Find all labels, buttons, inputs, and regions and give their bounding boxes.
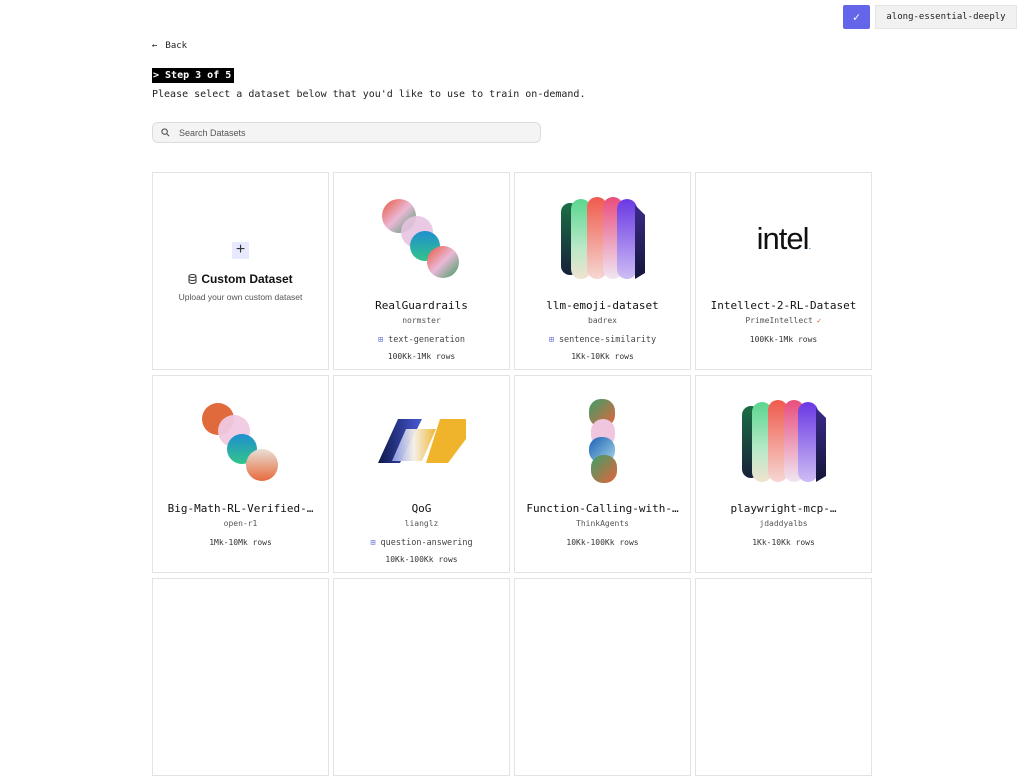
parallelogram-logo-icon (377, 419, 466, 463)
swirl-logo-icon (201, 403, 278, 481)
dataset-author: ThinkAgents (576, 519, 629, 528)
dataset-card-partial[interactable] (695, 578, 872, 776)
custom-dataset-subtitle: Upload your own custom dataset (178, 292, 303, 302)
dataset-task-tag: ⊞ question-answering (334, 538, 509, 548)
database-icon (188, 274, 197, 285)
dataset-card-big-math[interactable]: Big-Math-RL-Verified-… open-r1 1Mk-10Mk … (152, 375, 329, 573)
check-icon[interactable]: ✓ (843, 5, 870, 29)
dataset-card-intellect-2[interactable]: intel. Intellect-2-RL-Dataset PrimeIntel… (695, 172, 872, 370)
custom-dataset-card[interactable]: + Custom Dataset Upload your own custom … (152, 172, 329, 370)
dataset-title: Function-Calling-with-… (526, 502, 679, 515)
grid-icon: ⊞ (548, 335, 554, 345)
dataset-task-tag: ⊞ text-generation (334, 335, 509, 345)
dataset-card-qog[interactable]: QoG lianglz ⊞ question-answering 10Kk-100… (333, 375, 510, 573)
stack-logo-icon (588, 399, 617, 483)
dataset-rows: 100Kk-1Mk rows (749, 335, 818, 344)
dataset-rows: 1Kk-10Kk rows (752, 538, 815, 547)
dataset-author: open-r1 (223, 519, 258, 528)
grid-icon: ⊞ (370, 538, 376, 548)
dataset-rows: 1Kk-10Kk rows (571, 352, 634, 361)
arrow-left-icon: ← (152, 41, 158, 51)
project-name-button[interactable]: along-essential-deeply (875, 5, 1017, 29)
dataset-rows: 10Kk-100Kk rows (385, 555, 458, 564)
dataset-rows: 100Kk-1Mk rows (387, 352, 456, 361)
pillars-logo-icon (741, 400, 826, 482)
dataset-rows: 10Kk-100Kk rows (566, 538, 639, 547)
dataset-card-partial[interactable] (514, 578, 691, 776)
dataset-card-function-calling[interactable]: Function-Calling-with-… ThinkAgents 10Kk… (514, 375, 691, 573)
back-label: Back (165, 41, 188, 51)
dataset-title: Intellect-2-RL-Dataset (710, 299, 857, 312)
dataset-card-partial[interactable] (333, 578, 510, 776)
custom-dataset-title: Custom Dataset (153, 272, 328, 286)
dataset-card-playwright-mcp[interactable]: playwright-mcp-… jdaddyalbs 1Kk-10Kk row… (695, 375, 872, 573)
instruction-text: Please select a dataset below that you'd… (152, 89, 586, 100)
pillars-logo-icon (560, 197, 645, 279)
search-icon (161, 128, 170, 137)
custom-dataset-title-text: Custom Dataset (201, 272, 293, 286)
dataset-task-tag-text: sentence-similarity (558, 335, 657, 345)
dataset-title: playwright-mcp-… (730, 502, 837, 515)
dataset-task-tag: ⊞ sentence-similarity (515, 335, 690, 345)
dataset-title: llm-emoji-dataset (546, 299, 659, 312)
intel-logo: intel. (756, 221, 812, 256)
dataset-author: normster (402, 316, 441, 325)
search-input[interactable] (177, 126, 521, 139)
verified-check-icon: ✓ (816, 316, 822, 325)
plus-icon: + (232, 242, 249, 259)
grid-icon: ⊞ (378, 335, 384, 345)
dataset-title: RealGuardrails (375, 299, 468, 312)
dataset-author: lianglz (404, 519, 439, 528)
dataset-card-llm-emoji-dataset[interactable]: llm-emoji-dataset badrex ⊞ sentence-simil… (514, 172, 691, 370)
step-indicator: > Step 3 of 5 (152, 68, 235, 83)
dataset-rows: 1Mk-10Mk rows (209, 538, 272, 547)
dataset-task-tag-text: text-generation (388, 335, 465, 345)
dataset-task-tag-text: question-answering (380, 538, 473, 548)
dataset-author: badrex (588, 316, 617, 325)
dataset-author: jdaddyalbs (759, 519, 808, 528)
dataset-card-partial[interactable] (152, 578, 329, 776)
dataset-author-text: PrimeIntellect (745, 316, 813, 325)
search-bar[interactable] (152, 122, 541, 143)
dataset-title: QoG (411, 502, 432, 515)
dataset-author: PrimeIntellect ✓ (696, 316, 871, 325)
back-button[interactable]: ← Back (152, 41, 187, 51)
swirl-logo-icon (381, 199, 459, 278)
dataset-title: Big-Math-RL-Verified-… (167, 502, 314, 515)
dataset-card-realguardrails[interactable]: RealGuardrails normster ⊞ text-generation… (333, 172, 510, 370)
